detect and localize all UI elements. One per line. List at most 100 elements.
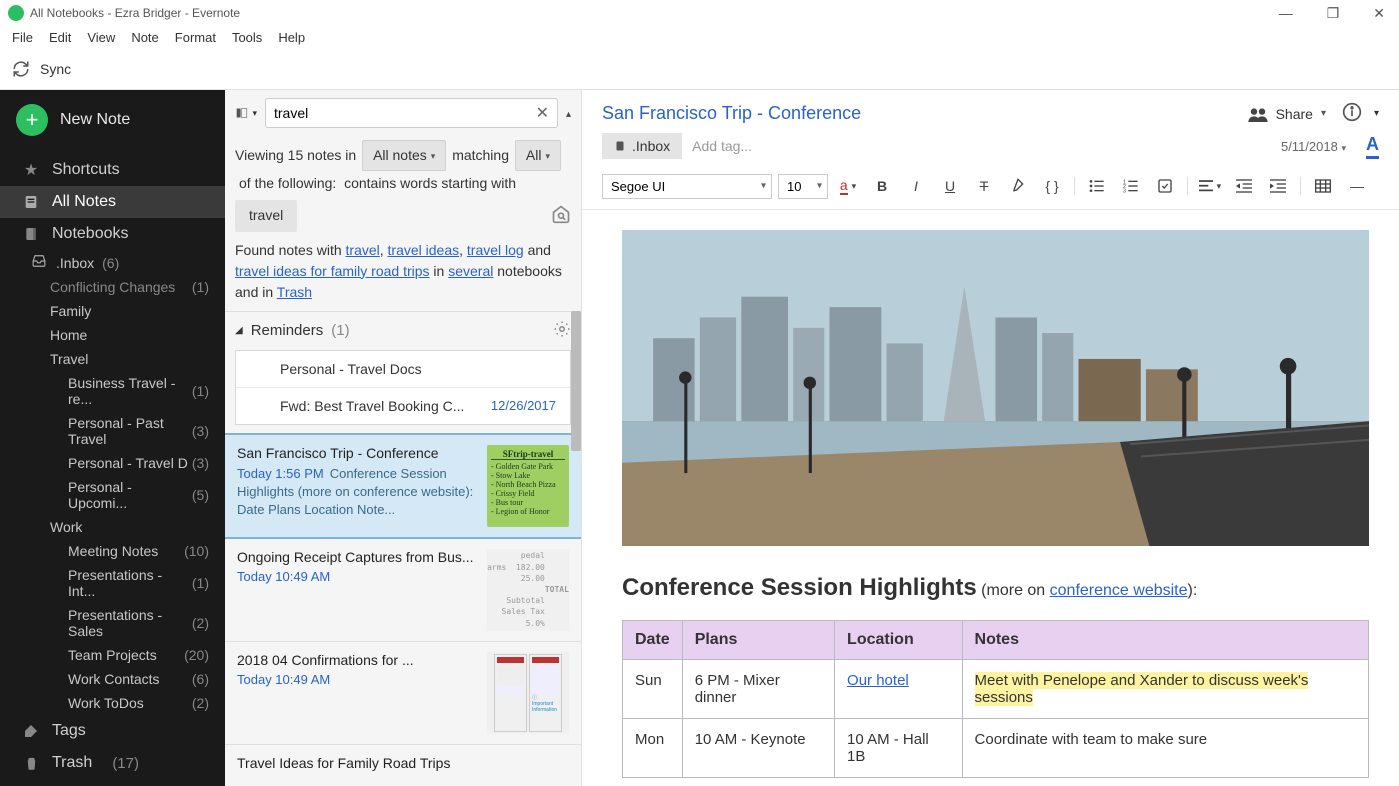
- outdent-button[interactable]: [1230, 173, 1258, 199]
- add-tag-input[interactable]: Add tag...: [692, 138, 1271, 154]
- filter-scope-chip[interactable]: All notes▾: [362, 140, 446, 171]
- search-explain-icon[interactable]: [551, 204, 571, 224]
- found-link-travel-ideas-family[interactable]: travel ideas for family road trips: [235, 263, 430, 279]
- reminder-row[interactable]: Fwd: Best Travel Booking C...12/26/2017: [236, 388, 570, 424]
- sidebar-shortcuts[interactable]: ★ Shortcuts: [0, 154, 225, 186]
- italic-button[interactable]: I: [902, 173, 930, 199]
- table-row: Sun 6 PM - Mixer dinner Our hotel Meet w…: [623, 660, 1369, 719]
- found-link-travel-ideas[interactable]: travel ideas: [388, 242, 460, 258]
- sidebar-notebook-item[interactable]: Personal - Travel D(3): [0, 451, 225, 475]
- note-title[interactable]: San Francisco Trip - Conference: [602, 103, 1248, 124]
- note-card-sf-trip[interactable]: San Francisco Trip - Conference Today 1:…: [225, 433, 581, 539]
- checklist-button[interactable]: [1151, 173, 1179, 199]
- note-info-icon[interactable]: [1342, 102, 1362, 125]
- sidebar-notebook-item[interactable]: Presentations - Sales(2): [0, 603, 225, 643]
- font-family-select[interactable]: Segoe UI: [602, 174, 772, 199]
- sidebar-notebook-item[interactable]: Presentations - Int...(1): [0, 563, 225, 603]
- underline-button[interactable]: U: [936, 173, 964, 199]
- found-link-trash[interactable]: Trash: [277, 284, 312, 300]
- sidebar-trash-count: (17): [112, 755, 139, 772]
- sidebar-notebook-item[interactable]: Work: [0, 515, 225, 539]
- font-size-select[interactable]: 10: [778, 174, 828, 199]
- star-icon: ★: [22, 161, 40, 179]
- strikethrough-button[interactable]: T: [970, 173, 998, 199]
- notebook-small-icon: [614, 139, 626, 153]
- sidebar-notebook-item[interactable]: Team Projects(20): [0, 643, 225, 667]
- sidebar-shortcuts-label: Shortcuts: [52, 161, 120, 179]
- close-button[interactable]: ✕: [1367, 5, 1391, 22]
- code-block-button[interactable]: { }: [1038, 173, 1066, 199]
- inbox-icon: [32, 254, 46, 271]
- numbered-list-button[interactable]: 123: [1117, 173, 1145, 199]
- menu-format[interactable]: Format: [167, 28, 224, 47]
- indent-button[interactable]: [1264, 173, 1292, 199]
- table-row: Mon 10 AM - Keynote 10 AM - Hall 1B Coor…: [623, 719, 1369, 778]
- collapse-search-icon[interactable]: ▴: [566, 109, 571, 120]
- sidebar-notebook-item[interactable]: Work Contacts(6): [0, 667, 225, 691]
- our-hotel-link[interactable]: Our hotel: [847, 672, 909, 689]
- sidebar-trash[interactable]: Trash (17): [0, 747, 225, 779]
- menubar: File Edit View Note Format Tools Help: [0, 26, 1399, 49]
- simplify-format-icon[interactable]: A: [1366, 134, 1379, 159]
- search-input[interactable]: [274, 105, 536, 121]
- sidebar-inbox[interactable]: .Inbox (6): [0, 250, 225, 275]
- sidebar-tags[interactable]: Tags: [0, 715, 225, 747]
- schedule-table: Date Plans Location Notes Sun 6 PM - Mix…: [622, 620, 1369, 778]
- scrollbar-thumb[interactable]: [571, 311, 581, 451]
- sidebar-notebook-item[interactable]: Conflicting Changes(1): [0, 275, 225, 299]
- sync-button-label[interactable]: Sync: [40, 61, 71, 77]
- sidebar-all-notes[interactable]: All Notes: [0, 186, 225, 218]
- align-button[interactable]: ▾: [1196, 173, 1224, 199]
- new-note-button[interactable]: + New Note: [0, 90, 225, 154]
- sidebar-notebook-item[interactable]: Travel: [0, 347, 225, 371]
- found-link-several[interactable]: several: [448, 263, 493, 279]
- menu-file[interactable]: File: [4, 28, 41, 47]
- reminders-collapse-icon[interactable]: ◢: [235, 325, 243, 336]
- menu-view[interactable]: View: [79, 28, 123, 47]
- search-box[interactable]: ✕: [265, 98, 558, 128]
- note-card-confirmations[interactable]: 2018 04 Confirmations for ... Today 10:4…: [225, 642, 581, 745]
- bold-button[interactable]: B: [868, 173, 896, 199]
- bullet-list-button[interactable]: [1083, 173, 1111, 199]
- sync-icon[interactable]: [12, 60, 30, 78]
- sidebar-notebook-item[interactable]: Business Travel - re...(1): [0, 371, 225, 411]
- menu-help[interactable]: Help: [270, 28, 313, 47]
- conference-website-link[interactable]: conference website: [1050, 582, 1188, 599]
- filter-match-chip[interactable]: All▾: [515, 140, 561, 171]
- reminders-settings-icon[interactable]: [553, 320, 571, 342]
- sidebar-notebook-item[interactable]: Personal - Upcomi...(5): [0, 475, 225, 515]
- note-body[interactable]: Conference Session Highlights (more on c…: [582, 210, 1399, 786]
- filter-term-chip[interactable]: travel: [235, 200, 297, 231]
- menu-tools[interactable]: Tools: [224, 28, 270, 47]
- sidebar-notebook-item[interactable]: Work ToDos(2): [0, 691, 225, 715]
- note-date[interactable]: 5/11/2018 ▾: [1281, 139, 1346, 154]
- share-button[interactable]: Share▾: [1248, 106, 1326, 122]
- sidebar-inbox-count: (6): [102, 255, 119, 271]
- view-mode-button[interactable]: ▾: [235, 102, 257, 124]
- hero-image: [622, 230, 1369, 546]
- clear-search-icon[interactable]: ✕: [536, 103, 549, 123]
- maximize-button[interactable]: ❐: [1321, 5, 1346, 22]
- minimize-button[interactable]: —: [1273, 5, 1299, 22]
- note-notebook-chip[interactable]: .Inbox: [602, 133, 682, 159]
- highlight-button[interactable]: [1004, 173, 1032, 199]
- reminder-row[interactable]: Personal - Travel Docs: [236, 351, 570, 388]
- font-color-button[interactable]: a ▾: [834, 173, 862, 199]
- sidebar-notebook-item[interactable]: Personal - Past Travel(3): [0, 411, 225, 451]
- found-link-travel[interactable]: travel: [346, 242, 380, 258]
- reminders-count: (1): [331, 322, 349, 339]
- th-location: Location: [835, 621, 962, 660]
- sidebar-notebook-item[interactable]: Home: [0, 323, 225, 347]
- sidebar-notebook-item[interactable]: Meeting Notes(10): [0, 539, 225, 563]
- found-link-travel-log[interactable]: travel log: [467, 242, 524, 258]
- table-button[interactable]: [1309, 173, 1337, 199]
- sidebar-notebook-item[interactable]: Family: [0, 299, 225, 323]
- menu-edit[interactable]: Edit: [41, 28, 79, 47]
- note-card-receipt[interactable]: Ongoing Receipt Captures from Bus... Tod…: [225, 539, 581, 642]
- sidebar-notebooks[interactable]: Notebooks: [0, 218, 225, 250]
- menu-note[interactable]: Note: [123, 28, 166, 47]
- share-icon: [1248, 106, 1268, 122]
- note-card-travel-ideas[interactable]: Travel Ideas for Family Road Trips: [225, 745, 581, 785]
- note-more-icon[interactable]: ▾: [1374, 108, 1379, 119]
- hr-button[interactable]: —: [1343, 173, 1371, 199]
